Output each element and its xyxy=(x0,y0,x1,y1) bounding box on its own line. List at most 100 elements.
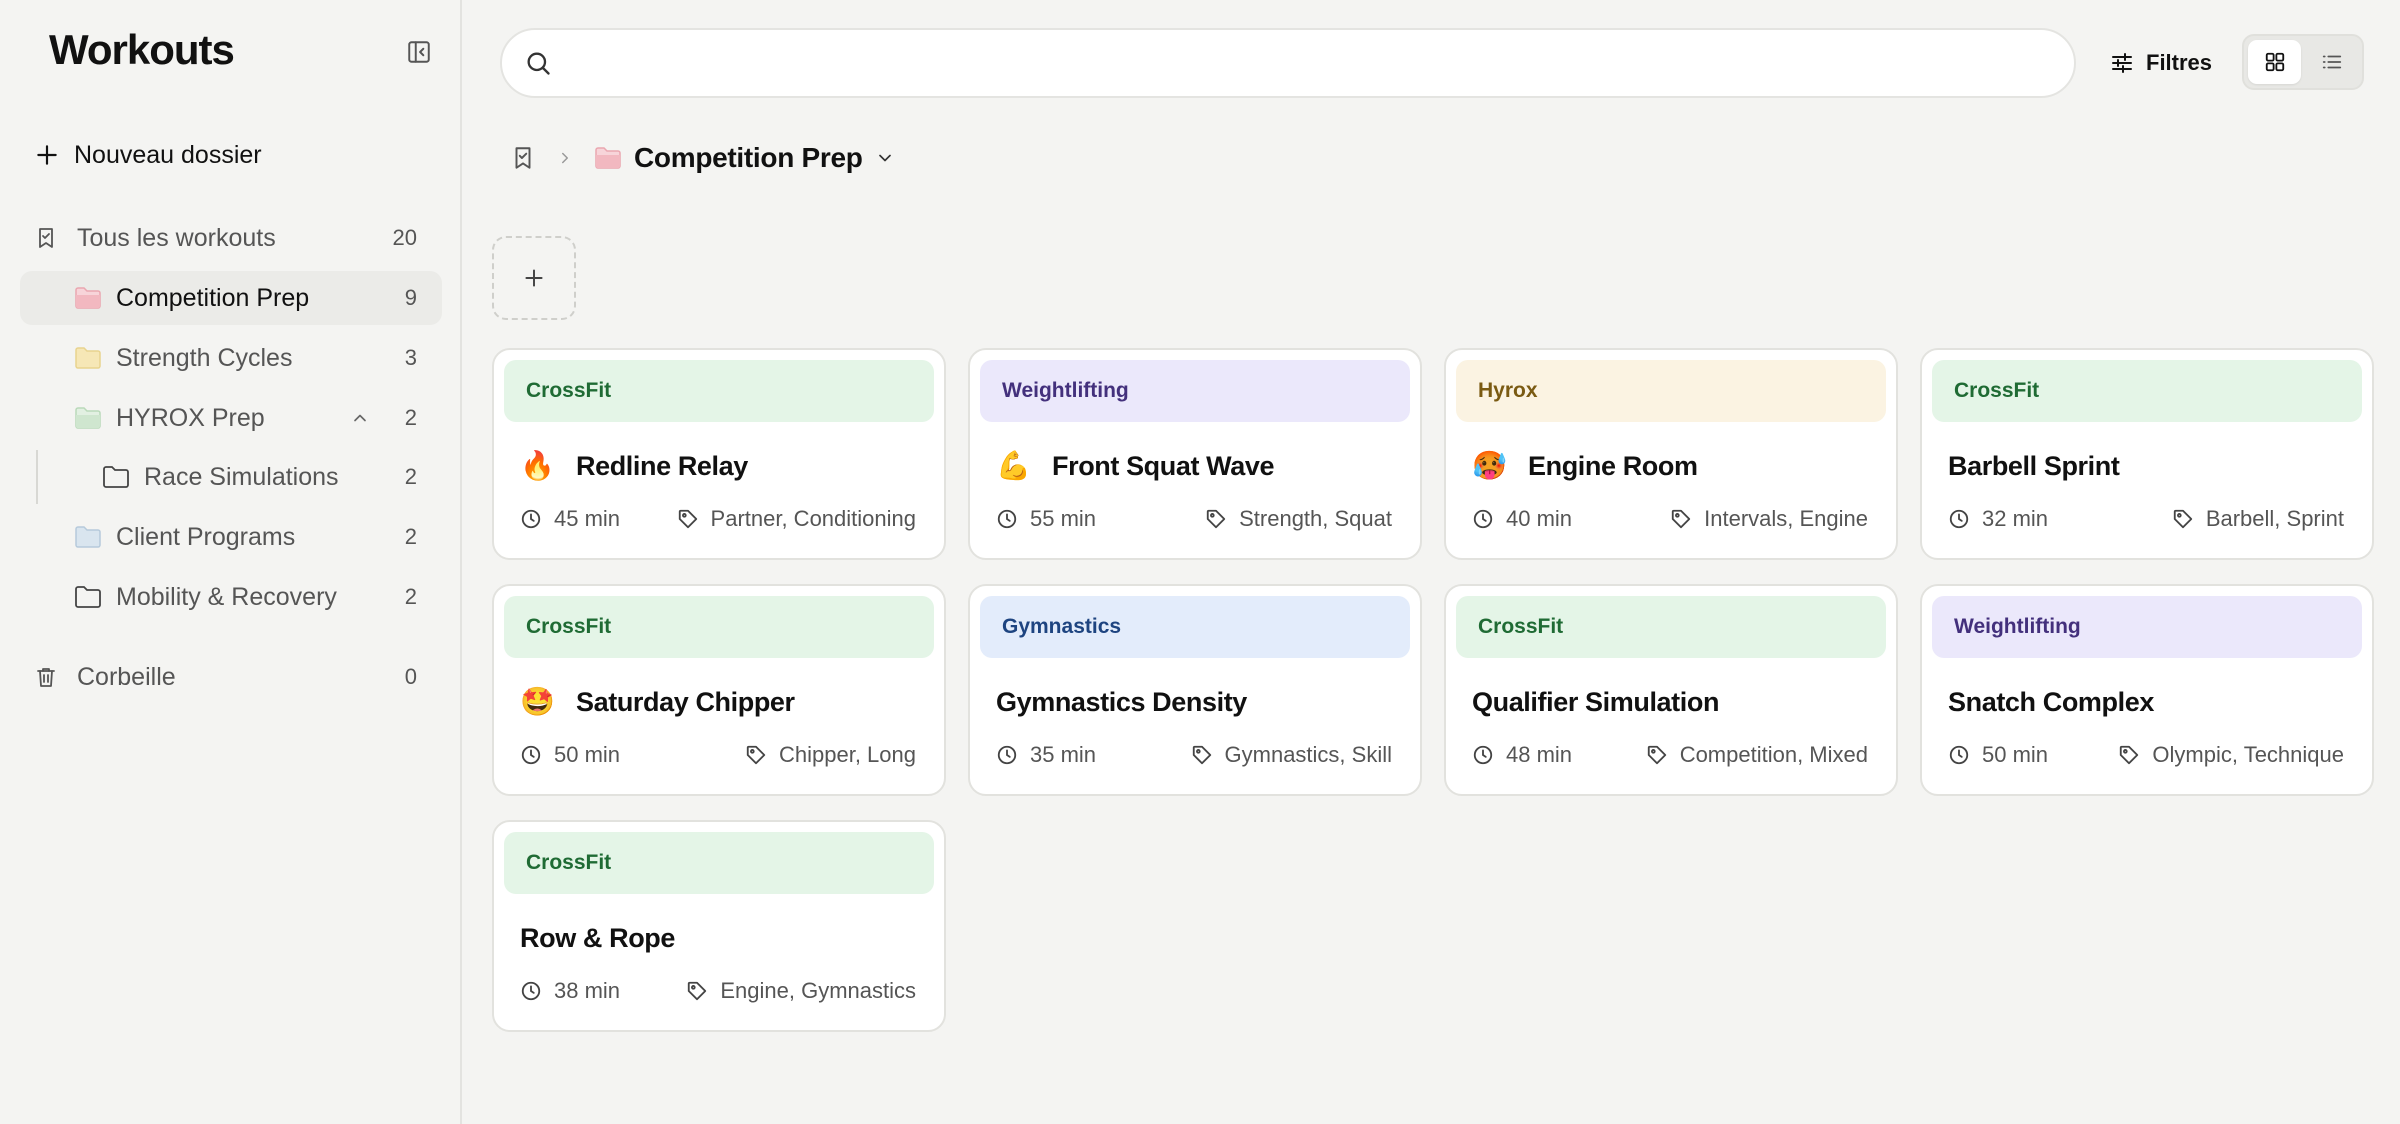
workout-card[interactable]: Hyrox 🥵 Engine Room 40 min Intervals, En… xyxy=(1444,348,1898,560)
category-tag: CrossFit xyxy=(1932,360,2362,422)
tag-icon xyxy=(1206,509,1226,529)
workout-card[interactable]: CrossFit 🤩 Saturday Chipper 50 min Chipp… xyxy=(492,584,946,796)
search-bar[interactable] xyxy=(500,28,2076,98)
app-title: Workouts xyxy=(49,26,235,73)
category-tag: Gymnastics xyxy=(980,596,1410,658)
search-input[interactable] xyxy=(568,49,2048,77)
plus-icon xyxy=(37,145,57,165)
workout-tags: Partner, Conditioning xyxy=(710,506,916,531)
workout-card[interactable]: CrossFit Row & Rope 38 min Engine, Gymna… xyxy=(492,820,946,1032)
folder-icon xyxy=(74,346,102,370)
card-meta: 55 min Strength, Squat xyxy=(996,502,1392,536)
new-folder-button[interactable]: Nouveau dossier xyxy=(34,134,262,176)
card-meta: 45 min Partner, Conditioning xyxy=(520,502,916,536)
filters-button[interactable]: Filtres xyxy=(2110,44,2212,82)
sidebar-item-label: HYROX Prep xyxy=(116,403,265,432)
workout-emoji: 🥵 xyxy=(1472,450,1507,481)
workout-title: Qualifier Simulation xyxy=(1472,686,1720,717)
chevron-down-icon[interactable] xyxy=(875,148,895,168)
workout-title: Engine Room xyxy=(1528,450,1698,481)
list-view-button[interactable] xyxy=(2305,40,2358,84)
workout-emoji: 🔥 xyxy=(520,450,555,481)
sidebar-item-mobility-recovery[interactable]: Mobility & Recovery 2 xyxy=(20,570,442,624)
card-meta: 32 min Barbell, Sprint xyxy=(1948,502,2344,536)
add-workout-button[interactable] xyxy=(492,236,576,320)
card-meta: 35 min Gymnastics, Skill xyxy=(996,738,1392,772)
workout-title: Saturday Chipper xyxy=(576,686,795,717)
workout-title: Gymnastics Density xyxy=(996,686,1247,717)
folder-icon xyxy=(74,525,102,549)
list-icon xyxy=(2322,55,2341,69)
workout-tags: Intervals, Engine xyxy=(1704,506,1868,531)
workout-emoji: 💪 xyxy=(996,450,1031,481)
sidebar-item-count: 9 xyxy=(404,285,417,310)
workout-card[interactable]: CrossFit Qualifier Simulation 48 min Com… xyxy=(1444,584,1898,796)
card-title-row: 🔥 Redline Relay xyxy=(520,446,748,486)
new-folder-label: Nouveau dossier xyxy=(74,140,262,169)
sidebar-item-all-workouts[interactable]: Tous les workouts 20 xyxy=(20,211,442,265)
clock-icon xyxy=(997,745,1017,765)
search-icon xyxy=(527,52,550,75)
clock-icon xyxy=(1949,509,1969,529)
category-tag: Weightlifting xyxy=(1932,596,2362,658)
workout-duration: 38 min xyxy=(554,978,621,1003)
card-meta: 40 min Intervals, Engine xyxy=(1472,502,1868,536)
folder-open-icon xyxy=(594,146,622,170)
workout-card[interactable]: Gymnastics Gymnastics Density 35 min Gym… xyxy=(968,584,1422,796)
workout-duration: 50 min xyxy=(1982,742,2049,767)
trash-icon xyxy=(34,663,58,691)
sidebar-item-race-simulations[interactable]: Race Simulations 2 xyxy=(20,450,442,504)
workout-card[interactable]: Weightlifting 💪 Front Squat Wave 55 min … xyxy=(968,348,1422,560)
current-folder-title[interactable]: Competition Prep xyxy=(634,142,863,174)
workout-grid: CrossFit 🔥 Redline Relay 45 min Partner,… xyxy=(492,348,2374,1032)
sidebar-item-client-programs[interactable]: Client Programs 2 xyxy=(20,510,442,564)
workout-duration: 55 min xyxy=(1030,506,1097,531)
sidebar-item-count: 2 xyxy=(404,405,417,430)
grid-view-button[interactable] xyxy=(2248,40,2301,84)
sidebar-collapse-icon xyxy=(408,41,430,63)
bookmark-check-icon xyxy=(34,225,58,251)
clock-icon xyxy=(521,509,541,529)
sidebar-item-hyrox-prep[interactable]: HYROX Prep 2 xyxy=(20,391,442,445)
grid-icon xyxy=(2265,52,2284,72)
workout-tags: Barbell, Sprint xyxy=(2205,506,2344,531)
breadcrumb: Competition Prep xyxy=(510,138,895,178)
sidebar-item-competition-prep[interactable]: Competition Prep 9 xyxy=(20,271,442,325)
card-title-row: Barbell Sprint xyxy=(1948,446,2120,486)
card-meta: 50 min Chipper, Long xyxy=(520,738,916,772)
workout-tags: Competition, Mixed xyxy=(1679,742,1868,767)
clock-icon xyxy=(1473,509,1493,529)
sidebar-item-label: Race Simulations xyxy=(144,462,339,491)
card-meta: 50 min Olympic, Technique xyxy=(1948,738,2344,772)
tag-icon xyxy=(746,745,766,765)
card-title-row: Snatch Complex xyxy=(1948,682,2154,722)
tag-icon xyxy=(2120,745,2139,765)
view-toggle xyxy=(2242,34,2364,90)
workout-card[interactable]: CrossFit 🔥 Redline Relay 45 min Partner,… xyxy=(492,348,946,560)
category-tag: Weightlifting xyxy=(980,360,1410,422)
workout-title: Redline Relay xyxy=(576,450,748,481)
sidebar-item-strength-cycles[interactable]: Strength Cycles 3 xyxy=(20,331,442,385)
filters-label: Filtres xyxy=(2146,50,2213,75)
workout-duration: 32 min xyxy=(1982,506,2049,531)
workout-duration: 48 min xyxy=(1506,742,1573,767)
folder-open-icon xyxy=(74,406,102,430)
sidebar-item-label: Client Programs xyxy=(116,522,296,551)
workout-card[interactable]: CrossFit Barbell Sprint 32 min Barbell, … xyxy=(1920,348,2374,560)
plus-icon xyxy=(525,269,543,287)
card-title-row: Gymnastics Density xyxy=(996,682,1247,722)
sidebar-item-trash[interactable]: Corbeille 0 xyxy=(20,650,442,704)
workout-tags: Engine, Gymnastics xyxy=(720,978,916,1003)
collapse-sidebar-button[interactable] xyxy=(404,37,434,67)
chevron-up-icon[interactable] xyxy=(350,408,370,428)
tag-icon xyxy=(1192,745,1211,765)
workout-duration: 40 min xyxy=(1506,506,1573,531)
bookmark-icon[interactable] xyxy=(510,145,536,171)
chevron-right-icon xyxy=(556,149,574,167)
tag-icon xyxy=(1647,745,1666,765)
workout-title: Snatch Complex xyxy=(1948,686,2154,717)
workout-duration: 45 min xyxy=(554,506,621,531)
category-tag: Hyrox xyxy=(1456,360,1886,422)
workout-card[interactable]: Weightlifting Snatch Complex 50 min Olym… xyxy=(1920,584,2374,796)
clock-icon xyxy=(521,745,541,765)
